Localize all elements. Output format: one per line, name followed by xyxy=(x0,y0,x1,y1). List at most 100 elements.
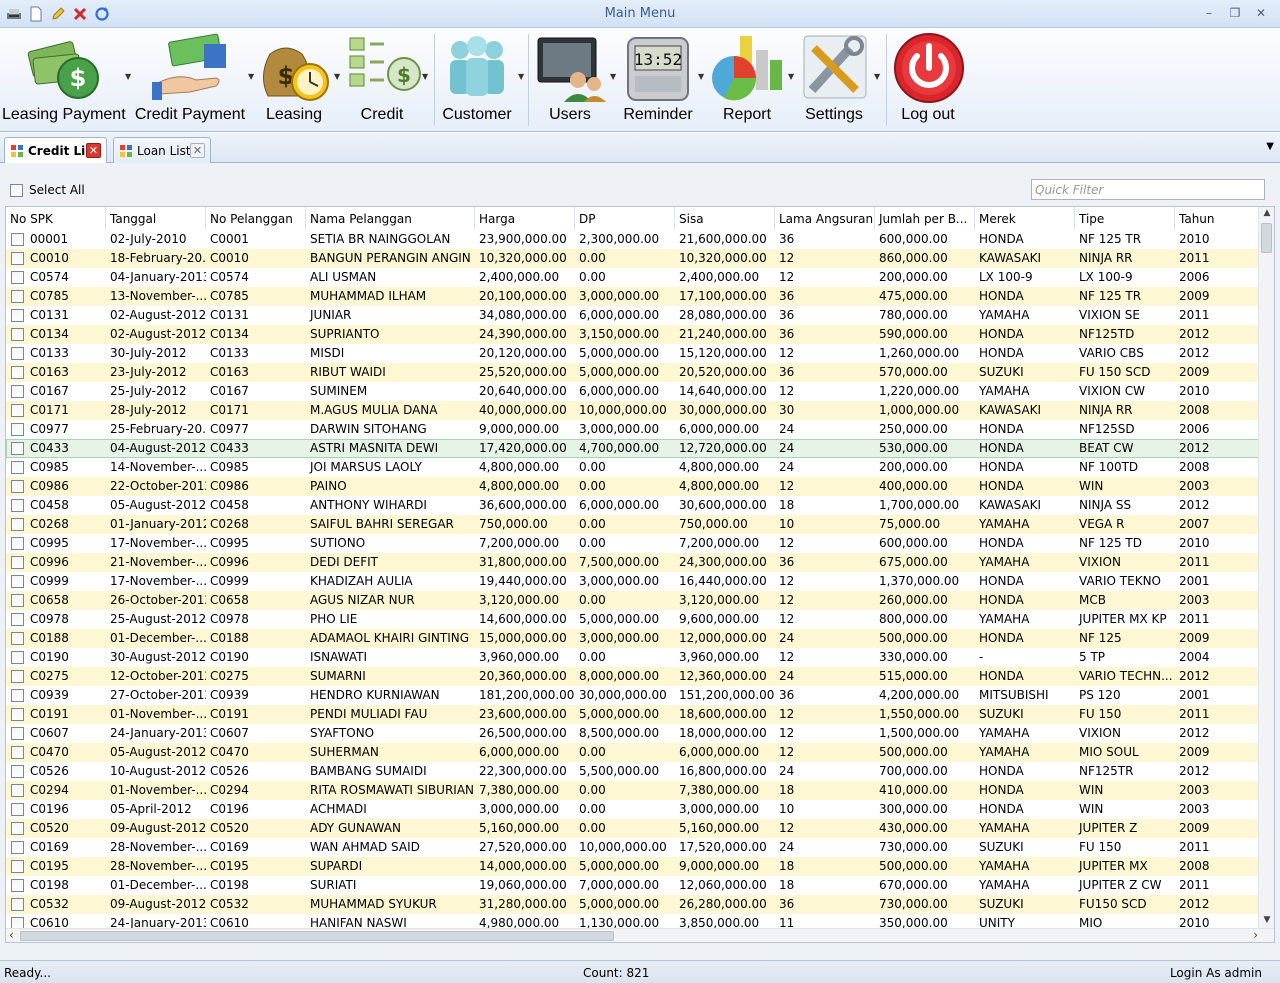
row-checkbox[interactable] xyxy=(11,347,24,360)
quick-filter-input[interactable] xyxy=(1031,179,1265,200)
table-row[interactable]: C0999 17-November-... C0999 KHADIZAH AULIA 1… xyxy=(6,572,1259,591)
table-row[interactable]: C0978 25-August-2012 C0978 PHO LIE 14,600,00… xyxy=(6,610,1259,629)
table-row[interactable]: C0198 01-December-... C0198 SURIATI 19,060,0… xyxy=(6,876,1259,895)
column-header[interactable]: Lama Angsuran xyxy=(775,207,875,230)
column-header[interactable]: No Pelanggan xyxy=(206,207,306,230)
table-row[interactable]: C0131 02-August-2012 C0131 JUNIAR 34,080,000… xyxy=(6,306,1259,325)
row-checkbox[interactable] xyxy=(11,651,24,664)
scroll-up-icon[interactable]: ▲ xyxy=(1259,208,1274,222)
column-header[interactable]: Tipe xyxy=(1075,207,1175,230)
logout-button[interactable]: Log out xyxy=(890,28,966,128)
row-checkbox[interactable] xyxy=(11,879,24,892)
row-checkbox[interactable] xyxy=(11,784,24,797)
select-all-checkbox[interactable] xyxy=(10,183,23,197)
column-header[interactable]: Jumlah per B... xyxy=(875,207,975,230)
column-header[interactable]: Tanggal xyxy=(106,207,206,230)
table-row[interactable]: C0995 17-November-... C0995 SUTIONO 7,200,00… xyxy=(6,534,1259,553)
table-row[interactable]: C0986 22-October-2012 C0986 PAINO 4,800,000.… xyxy=(6,477,1259,496)
table-row[interactable]: C0191 01-November-... C0191 PENDI MULIADI F… xyxy=(6,705,1259,724)
scroll-thumb[interactable] xyxy=(20,931,614,941)
row-checkbox[interactable] xyxy=(11,461,24,474)
row-checkbox[interactable] xyxy=(11,898,24,911)
row-checkbox[interactable] xyxy=(11,233,24,246)
leasing-payment-button[interactable]: $ ▼ Leasing Payment xyxy=(2,28,131,128)
row-checkbox[interactable] xyxy=(11,442,24,455)
minimize-button[interactable]: – xyxy=(1196,4,1222,22)
row-checkbox[interactable] xyxy=(11,841,24,854)
column-header[interactable]: Tahun xyxy=(1175,207,1259,230)
table-row[interactable]: C0532 09-August-2012 C0532 MUHAMMAD SYUKUR 3… xyxy=(6,895,1259,914)
row-checkbox[interactable] xyxy=(11,556,24,569)
row-checkbox[interactable] xyxy=(11,537,24,550)
row-checkbox[interactable] xyxy=(11,271,24,284)
credit-payment-button[interactable]: ▼ Credit Payment xyxy=(134,28,254,128)
table-row[interactable]: C0977 25-February-20... C0977 DARWIN SITOHA… xyxy=(6,420,1259,439)
column-header[interactable]: Harga xyxy=(475,207,575,230)
users-button[interactable]: ▼ Users xyxy=(532,28,616,128)
row-checkbox[interactable] xyxy=(11,803,24,816)
row-checkbox[interactable] xyxy=(11,328,24,341)
row-checkbox[interactable] xyxy=(11,309,24,322)
select-all[interactable]: Select All xyxy=(10,183,85,197)
table-row[interactable]: C0939 27-October-2012 C0939 HENDRO KURNIAWA… xyxy=(6,686,1259,705)
table-row[interactable]: C0985 14-November-... C0985 JOI MARSUS LAOL… xyxy=(6,458,1259,477)
tab-loan-list[interactable]: Loan List ✕ xyxy=(113,137,211,163)
row-checkbox[interactable] xyxy=(11,480,24,493)
table-row[interactable]: C0167 25-July-2012 C0167 SUMINEM 20,640,000.… xyxy=(6,382,1259,401)
row-checkbox[interactable] xyxy=(11,708,24,721)
leasing-button[interactable]: $ ▼ Leasing xyxy=(256,28,340,128)
table-row[interactable]: C0470 05-August-2012 C0470 SUHERMAN 6,000,00… xyxy=(6,743,1259,762)
row-checkbox[interactable] xyxy=(11,670,24,683)
row-checkbox[interactable] xyxy=(11,860,24,873)
row-checkbox[interactable] xyxy=(11,689,24,702)
table-row[interactable]: C0268 01-January-2012 C0268 SAIFUL BAHRI SE… xyxy=(6,515,1259,534)
table-row[interactable]: C0433 04-August-2012 C0433 ASTRI MASNITA DE… xyxy=(6,439,1259,458)
table-row[interactable]: C0607 24-January-2013 C0607 SYAFTONO 26,500,… xyxy=(6,724,1259,743)
row-checkbox[interactable] xyxy=(11,727,24,740)
close-tab-icon[interactable]: ✕ xyxy=(190,143,205,158)
table-row[interactable]: C0190 30-August-2012 C0190 ISNAWATI 3,960,00… xyxy=(6,648,1259,667)
table-row[interactable]: C0658 26-October-2012 C0658 AGUS NIZAR NUR 3… xyxy=(6,591,1259,610)
table-row[interactable]: C0010 18-February-20... C0010 BANGUN PERANG… xyxy=(6,249,1259,268)
scroll-right-icon[interactable]: › xyxy=(1253,928,1258,942)
row-checkbox[interactable] xyxy=(11,613,24,626)
tab-list-dropdown-icon[interactable]: ▼ xyxy=(1266,141,1274,152)
row-checkbox[interactable] xyxy=(11,404,24,417)
row-checkbox[interactable] xyxy=(11,366,24,379)
row-checkbox[interactable] xyxy=(11,385,24,398)
row-checkbox[interactable] xyxy=(11,746,24,759)
customer-button[interactable]: ▼ Customer xyxy=(438,28,524,128)
scroll-thumb[interactable] xyxy=(1261,223,1272,253)
row-checkbox[interactable] xyxy=(11,594,24,607)
table-row[interactable]: C0163 23-July-2012 C0163 RIBUT WAIDI 25,520,… xyxy=(6,363,1259,382)
table-row[interactable]: C0133 30-July-2012 C0133 MISDI 20,120,000.00… xyxy=(6,344,1259,363)
column-header[interactable]: Merek xyxy=(975,207,1075,230)
row-checkbox[interactable] xyxy=(11,252,24,265)
table-row[interactable]: C0574 04-January-2013 C0574 ALI USMAN 2,400,… xyxy=(6,268,1259,287)
table-row[interactable]: C0996 21-November-... C0996 DEDI DEFIT 31,80… xyxy=(6,553,1259,572)
table-row[interactable]: C0188 01-December-... C0188 ADAMAOL KHAIRI … xyxy=(6,629,1259,648)
column-header[interactable]: Nama Pelanggan xyxy=(306,207,475,230)
reminder-button[interactable]: 13:52 ▼ Reminder xyxy=(620,28,704,128)
horizontal-scrollbar[interactable]: ‹ › xyxy=(6,928,1274,942)
row-checkbox[interactable] xyxy=(11,499,24,512)
row-checkbox[interactable] xyxy=(11,423,24,436)
table-row[interactable]: C0195 28-November-... C0195 SUPARDI 14,000,0… xyxy=(6,857,1259,876)
column-header[interactable]: Sisa xyxy=(675,207,775,230)
row-checkbox[interactable] xyxy=(11,518,24,531)
close-button[interactable]: ✕ xyxy=(1248,4,1274,22)
vertical-scrollbar[interactable]: ▲ ▼ xyxy=(1258,207,1274,930)
table-row[interactable]: C0785 13-November-... C0785 MUHAMMAD ILHAM 2… xyxy=(6,287,1259,306)
table-row[interactable]: C0526 10-August-2012 C0526 BAMBANG SUMAIDI 2… xyxy=(6,762,1259,781)
table-row[interactable]: 00001 02-July-2010 C0001 SETIA BR NAINGGOLA… xyxy=(6,230,1259,249)
close-tab-icon[interactable]: ✕ xyxy=(86,143,101,158)
credit-button[interactable]: $ ▼ Credit xyxy=(344,28,428,128)
column-header[interactable]: No SPK xyxy=(6,207,106,230)
table-row[interactable]: C0275 12-October-2012 C0275 SUMARNI 20,360,0… xyxy=(6,667,1259,686)
table-row[interactable]: C0520 09-August-2012 C0520 ADY GUNAWAN 5,160… xyxy=(6,819,1259,838)
settings-button[interactable]: ▼ Settings xyxy=(796,28,880,128)
row-checkbox[interactable] xyxy=(11,765,24,778)
scroll-left-icon[interactable]: ‹ xyxy=(9,928,14,942)
tab-credit-list[interactable]: Credit List ✕ xyxy=(4,137,107,164)
table-row[interactable]: C0294 01-November-... C0294 RITA ROSMAWATI … xyxy=(6,781,1259,800)
